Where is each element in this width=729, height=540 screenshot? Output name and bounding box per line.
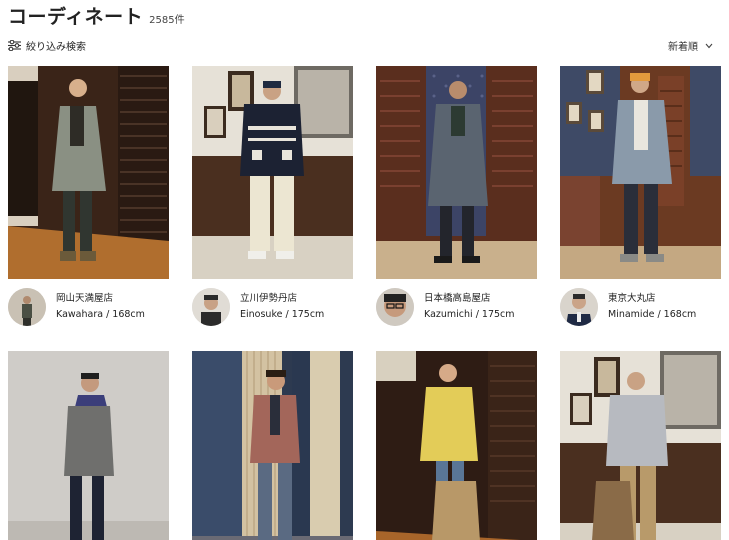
staff-info[interactable]: 日本橋高島屋店 Kazumichi / 175cm — [376, 287, 537, 327]
coordinate-photo[interactable] — [376, 351, 537, 540]
staff-avatar — [560, 288, 598, 326]
page-header: コーディネート 2585件 — [8, 2, 185, 28]
coordinate-photo[interactable] — [560, 66, 721, 279]
staff-name-height: Einosuke / 175cm — [240, 309, 325, 320]
staff-info[interactable]: 立川伊勢丹店 Einosuke / 175cm — [192, 287, 353, 327]
staff-avatar — [8, 288, 46, 326]
staff-name-height: Kazumichi / 175cm — [424, 309, 515, 320]
filter-search-button[interactable]: 絞り込み検索 — [8, 38, 86, 53]
sliders-icon — [8, 40, 21, 51]
staff-avatar — [376, 288, 414, 326]
store-name: 東京大丸店 — [608, 293, 656, 304]
store-name: 日本橋高島屋店 — [424, 293, 491, 304]
page-title: コーディネート — [8, 6, 144, 28]
result-count: 2585件 — [149, 15, 185, 26]
coordinate-photo[interactable] — [192, 66, 353, 279]
staff-info[interactable]: 岡山天満屋店 Kawahara / 168cm — [8, 287, 169, 327]
coordinate-photo[interactable] — [192, 351, 353, 540]
coordinate-photo[interactable] — [8, 66, 169, 279]
store-name: 岡山天満屋店 — [56, 293, 114, 304]
store-name: 立川伊勢丹店 — [240, 293, 298, 304]
sort-label: 新着順 — [668, 42, 698, 53]
coordinate-photo[interactable] — [8, 351, 169, 540]
staff-name-height: Kawahara / 168cm — [56, 309, 145, 320]
filter-search-label: 絞り込み検索 — [26, 42, 86, 53]
coordinate-photo[interactable] — [376, 66, 537, 279]
staff-avatar — [192, 288, 230, 326]
staff-info[interactable]: 東京大丸店 Minamide / 168cm — [560, 287, 721, 327]
coordinate-photo[interactable] — [560, 351, 721, 540]
staff-name-height: Minamide / 168cm — [608, 309, 697, 320]
sort-dropdown[interactable]: 新着順 — [668, 38, 713, 53]
chevron-down-icon — [705, 43, 713, 48]
